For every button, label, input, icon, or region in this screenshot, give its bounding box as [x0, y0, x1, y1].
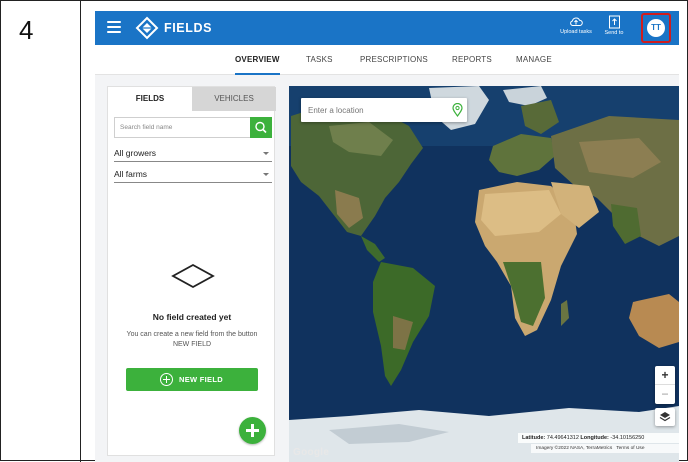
empty-state-description: You can create a new field from the butt… — [126, 331, 258, 348]
google-logo: Google — [293, 447, 330, 458]
cloud-upload-icon — [570, 17, 583, 26]
imagery-credit: Imagery ©2022 NASA, TerraMetrics — [536, 446, 613, 451]
location-pin-icon[interactable] — [451, 103, 464, 117]
add-field-fab[interactable] — [239, 417, 266, 444]
zoom-out-button[interactable]: − — [655, 385, 675, 404]
chevron-down-icon — [263, 152, 269, 155]
growers-select[interactable]: All growers — [114, 147, 272, 162]
location-search — [301, 98, 467, 122]
layers-icon — [659, 412, 671, 422]
tab-manage[interactable]: MANAGE — [516, 45, 552, 75]
map-view[interactable]: + − Latitude: 74.49641312 Longitude: -34… — [289, 86, 679, 462]
app-window: FIELDS Upload tasks Send to TT OVERVIEW … — [95, 11, 679, 462]
search-icon — [255, 121, 267, 134]
latitude-value: 74.49641312 — [546, 435, 579, 441]
user-avatar-highlight[interactable]: TT — [641, 13, 671, 43]
step-cell: 4 — [1, 1, 81, 462]
farms-select-value: All farms — [114, 169, 148, 179]
tab-reports[interactable]: REPORTS — [452, 45, 492, 75]
main-tabs: OVERVIEW TASKS PRESCRIPTIONS REPORTS MAN… — [95, 45, 679, 75]
longitude-label: Longitude: — [580, 435, 609, 441]
step-number: 4 — [19, 15, 34, 45]
farms-select[interactable]: All farms — [114, 168, 272, 183]
tab-tasks[interactable]: TASKS — [306, 45, 333, 75]
panel-tabs: FIELDS VEHICLES — [108, 87, 276, 111]
top-app-bar: FIELDS Upload tasks Send to TT — [95, 11, 679, 45]
longitude-value: -34.1015625​0 — [610, 435, 645, 441]
tab-prescriptions[interactable]: PRESCRIPTIONS — [360, 45, 428, 75]
search-input[interactable] — [115, 118, 251, 137]
upload-tasks-button[interactable]: Upload tasks — [557, 15, 595, 43]
tab-vehicles[interactable]: VEHICLES — [192, 87, 276, 111]
zoom-control: + − — [655, 366, 675, 404]
tab-fields[interactable]: FIELDS — [108, 87, 192, 111]
map-attribution: Imagery ©2022 NASA, TerraMetrics Terms o… — [531, 444, 679, 453]
fields-panel: FIELDS VEHICLES All growers All farms — [107, 86, 276, 456]
chevron-down-icon — [263, 173, 269, 176]
menu-icon[interactable] — [107, 20, 121, 34]
terms-link[interactable]: Terms of Use — [616, 446, 644, 451]
send-to-icon — [608, 15, 620, 29]
app-title: FIELDS — [164, 21, 213, 35]
tab-overview[interactable]: OVERVIEW — [235, 45, 280, 75]
send-to-label: Send to — [604, 30, 624, 36]
add-circle-icon — [160, 373, 173, 386]
growers-select-value: All growers — [114, 148, 157, 158]
avatar[interactable]: TT — [647, 19, 665, 37]
latitude-label: Latitude: — [522, 435, 546, 441]
upload-tasks-label: Upload tasks — [560, 29, 592, 35]
field-search — [114, 117, 272, 138]
search-button[interactable] — [250, 117, 272, 138]
zoom-in-button[interactable]: + — [655, 366, 675, 385]
app-logo-icon — [135, 16, 159, 40]
empty-state-title: No field created yet — [152, 312, 232, 322]
location-input[interactable] — [301, 98, 441, 122]
instruction-frame: 4 FIELDS Upload tasks Send to TT OVERVIE… — [0, 0, 688, 462]
satellite-map-image — [289, 86, 679, 462]
coordinates-readout: Latitude: 74.49641312 Longitude: -34.101… — [518, 433, 679, 443]
new-field-label: NEW FIELD — [179, 375, 223, 384]
field-outline-icon — [171, 263, 215, 289]
layers-button[interactable] — [655, 408, 675, 426]
new-field-button[interactable]: NEW FIELD — [126, 368, 258, 391]
send-to-button[interactable]: Send to — [601, 15, 627, 43]
